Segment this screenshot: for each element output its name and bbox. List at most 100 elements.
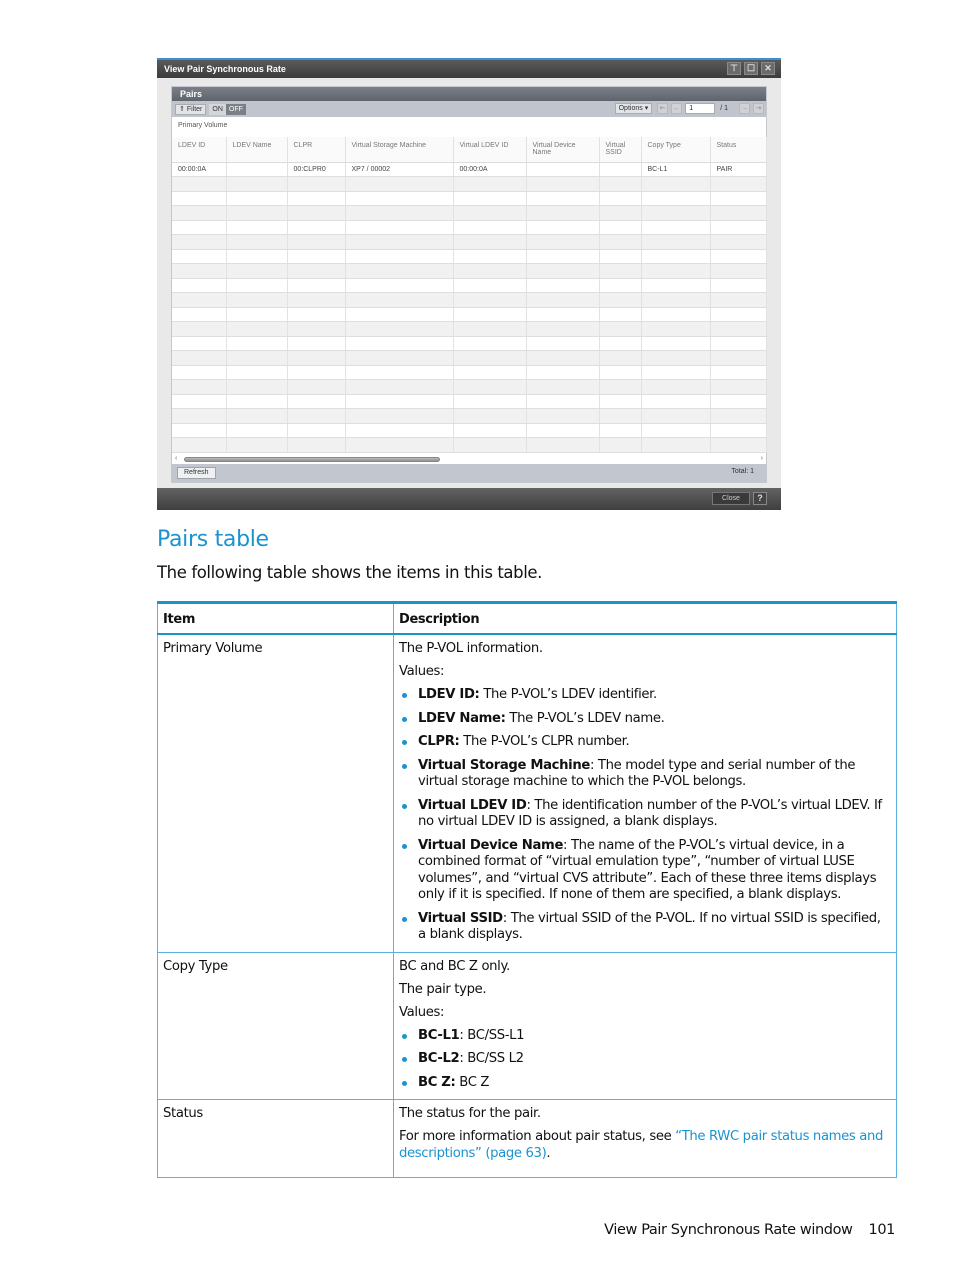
window-footer: Close ? (157, 488, 781, 510)
grid-cell (710, 437, 767, 453)
grid-column-header[interactable]: Virtual LDEV ID (453, 137, 527, 163)
refresh-button[interactable]: Refresh (177, 467, 216, 479)
previous-page-icon[interactable]: ← (671, 103, 683, 114)
filter-off-toggle[interactable]: OFF (225, 103, 246, 115)
grid-cell (226, 423, 288, 438)
grid-column-header[interactable]: LDEV Name (226, 137, 288, 163)
link-suffix: . (546, 1145, 551, 1161)
next-page-icon[interactable]: → (739, 103, 750, 114)
grid-empty-row (172, 423, 767, 438)
filter-button[interactable]: ⇑ Filter (175, 103, 207, 115)
grid-cell (599, 292, 642, 308)
grid-cell (641, 278, 711, 293)
grid-cell (345, 220, 454, 235)
grid-cell (526, 437, 600, 453)
filter-on-toggle[interactable]: ON (209, 103, 226, 115)
value-term: Virtual SSID (418, 910, 503, 926)
grid-cell (226, 394, 288, 409)
grid-column-header[interactable]: Copy Type (641, 137, 711, 163)
grid-column-header[interactable]: CLPR (287, 137, 346, 163)
scroll-right-icon[interactable]: › (761, 455, 763, 462)
grid-cell (526, 408, 600, 424)
scrollbar-thumb[interactable] (184, 457, 440, 462)
maximize-icon[interactable]: ☐ (744, 62, 758, 75)
grid-cell (599, 191, 642, 206)
value-list-item: BC Z: BC Z (399, 1075, 891, 1092)
grid-row[interactable]: 00:00:0A 00:CLPR0 XP7 / 00002 00:00:0A BC-L1… (172, 162, 767, 177)
page-number-input[interactable] (685, 103, 716, 114)
grid-column-header[interactable]: Virtual Storage Machine (345, 137, 454, 163)
description-paragraph: BC and BC Z only. (399, 958, 510, 974)
grid-cell (710, 336, 767, 351)
grid-cell (226, 350, 288, 366)
value-list-item: Virtual LDEV ID: The identification numb… (399, 798, 891, 831)
grid-cell (287, 336, 346, 351)
grid-cell (526, 292, 600, 308)
first-page-icon[interactable]: ⇤ (657, 103, 669, 114)
grid-empty-row (172, 336, 767, 351)
grid-cell (599, 220, 642, 235)
close-icon[interactable]: ✕ (761, 62, 775, 75)
grid-cell (345, 321, 454, 337)
grid-cell (710, 394, 767, 409)
values-list: BC-L1: BC/SS-L1 BC-L2: BC/SS L2 BC Z: BC Z (399, 1028, 891, 1092)
options-button[interactable]: Options ▾ (614, 103, 653, 114)
description-paragraph: The pair type. (399, 981, 487, 997)
grid-cell (453, 176, 527, 192)
close-button[interactable]: Close (712, 492, 750, 505)
help-button[interactable]: ? (753, 492, 767, 505)
grid-cell (172, 263, 227, 279)
grid-cell (710, 191, 767, 206)
bullet-icon (402, 716, 407, 722)
bullet-icon (402, 843, 407, 849)
grid-cell (599, 350, 642, 366)
grid-empty-row (172, 307, 767, 322)
last-page-icon[interactable]: ⇥ (753, 103, 764, 114)
value-list-item: Virtual SSID: The virtual SSID of the P-… (399, 911, 891, 944)
grid-cell (226, 234, 288, 250)
grid-empty-row (172, 220, 767, 235)
grid-cell (599, 307, 642, 322)
grid-cell (226, 249, 288, 264)
grid-cell (453, 263, 527, 279)
grid-cell (453, 307, 527, 322)
grid-cell (287, 249, 346, 264)
grid-cell (453, 350, 527, 366)
grid-cell (453, 336, 527, 351)
value-text: BC Z (455, 1074, 490, 1090)
grid-cell (641, 220, 711, 235)
grid-cell (345, 234, 454, 250)
grid-cell (526, 379, 600, 395)
grid-column-header[interactable]: LDEV ID (172, 137, 227, 163)
grid-empty-row (172, 263, 767, 279)
grid-empty-row (172, 379, 767, 395)
grid-column-header[interactable]: Status (710, 137, 767, 163)
grid-cell (172, 292, 227, 308)
grid-cell (345, 365, 454, 380)
grid-cell (599, 394, 642, 409)
grid-cell (172, 423, 227, 438)
grid-empty-row (172, 278, 767, 293)
grid-cell (599, 379, 642, 395)
grid-cell (526, 423, 600, 438)
section-title: Pairs table (157, 527, 269, 552)
doc-table-header: Item Description (157, 602, 897, 635)
grid-cell (172, 278, 227, 293)
grid-cell (345, 176, 454, 192)
bullet-icon (402, 1080, 407, 1086)
scroll-left-icon[interactable]: ‹ (175, 455, 177, 462)
grid-cell (641, 423, 711, 438)
grid-cell (641, 176, 711, 192)
grid-column-header[interactable]: Virtual SSID (599, 137, 642, 163)
grid-empty-row (172, 176, 767, 192)
pin-icon[interactable]: ⊤ (727, 62, 741, 75)
grid-cell (453, 379, 527, 395)
value-term: BC Z: (418, 1074, 456, 1090)
filter-label: Filter (186, 105, 203, 113)
grid-cell (172, 437, 227, 453)
value-text: The P-VOL’s LDEV name. (505, 710, 665, 726)
footer-title: View Pair Synchronous Rate window (604, 1222, 853, 1238)
value-text: : BC/SS-L1 (459, 1027, 525, 1043)
grid-cell (453, 205, 527, 221)
grid-column-header[interactable]: Virtual Device Name (526, 137, 600, 163)
